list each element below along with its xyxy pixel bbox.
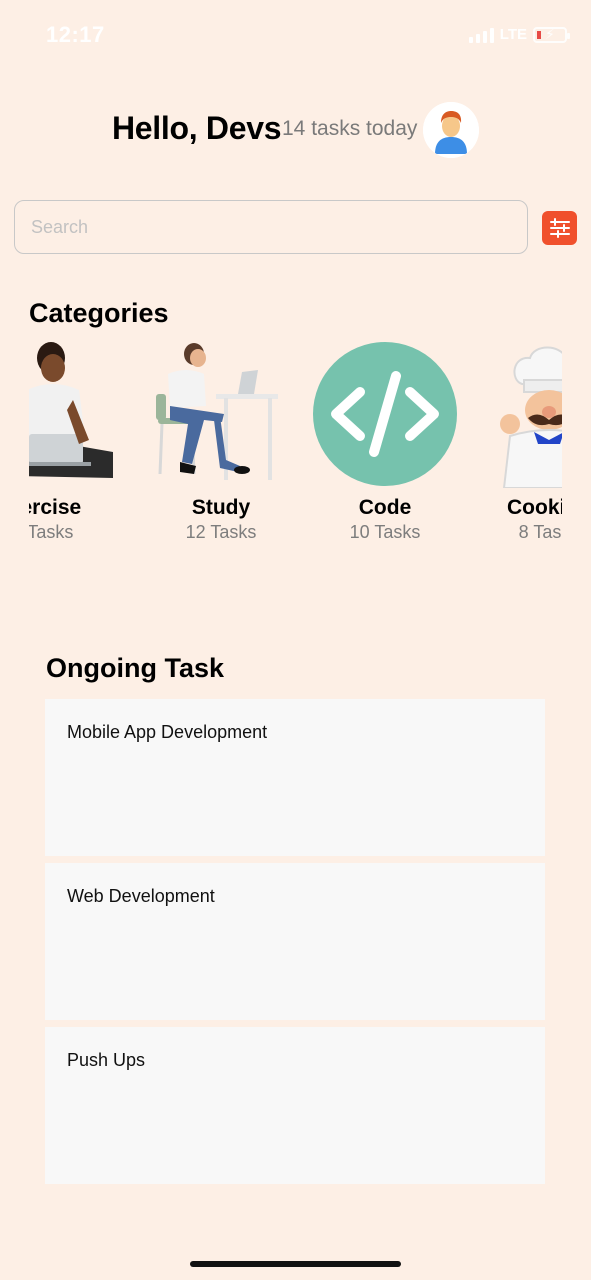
category-count: 10 Tasks [349,522,421,542]
home-indicator[interactable] [190,1261,401,1267]
status-time: 12:17 [46,22,105,47]
category-name: Study [191,496,251,519]
category-card-exercise[interactable]: Exercise 12 Tasks [29,340,113,550]
task-card[interactable]: Mobile App Development [45,699,545,856]
category-count: 8 Tasks [518,522,562,542]
task-title: Mobile App Development [67,722,268,742]
category-carousel[interactable]: Exercise 12 Tasks Study [29,340,562,560]
greeting-title: Hello, Devs [112,110,282,146]
filter-button[interactable] [542,211,577,245]
category-count: 12 Tasks [185,522,257,542]
category-card-code[interactable]: Code 10 Tasks [310,340,460,550]
search-input[interactable] [14,200,528,254]
sliders-icon [549,218,570,238]
person-desk-icon [156,343,278,480]
chef-icon [500,346,562,488]
avatar[interactable] [423,102,479,158]
task-card[interactable]: Push Ups [45,1027,545,1184]
code-icon [313,342,457,486]
categories-title: Categories [29,298,169,328]
home-screen: 12:17 LTE ⚡ Hello, Devs 14 tasks today C… [0,0,591,1280]
task-card[interactable]: Web Development [45,863,545,1020]
task-title: Push Ups [67,1050,146,1070]
category-name: Cooking [507,496,562,519]
person-laptop-icon [29,342,113,478]
status-indicators: LTE ⚡ [468,26,570,43]
category-count: 12 Tasks [29,522,74,542]
battery-icon: ⚡ [533,26,570,43]
category-name: Code [358,496,412,519]
user-avatar-icon [423,102,479,158]
category-name: Exercise [29,496,82,519]
category-card-cooking[interactable]: Cooking 8 Tasks [474,340,562,550]
task-summary: 14 tasks today [282,117,418,140]
network-type: LTE [499,26,527,43]
ongoing-task-title: Ongoing Task [46,653,225,683]
task-title: Web Development [67,886,215,906]
signal-icon [468,27,494,43]
category-card-study[interactable]: Study 12 Tasks [146,340,296,550]
